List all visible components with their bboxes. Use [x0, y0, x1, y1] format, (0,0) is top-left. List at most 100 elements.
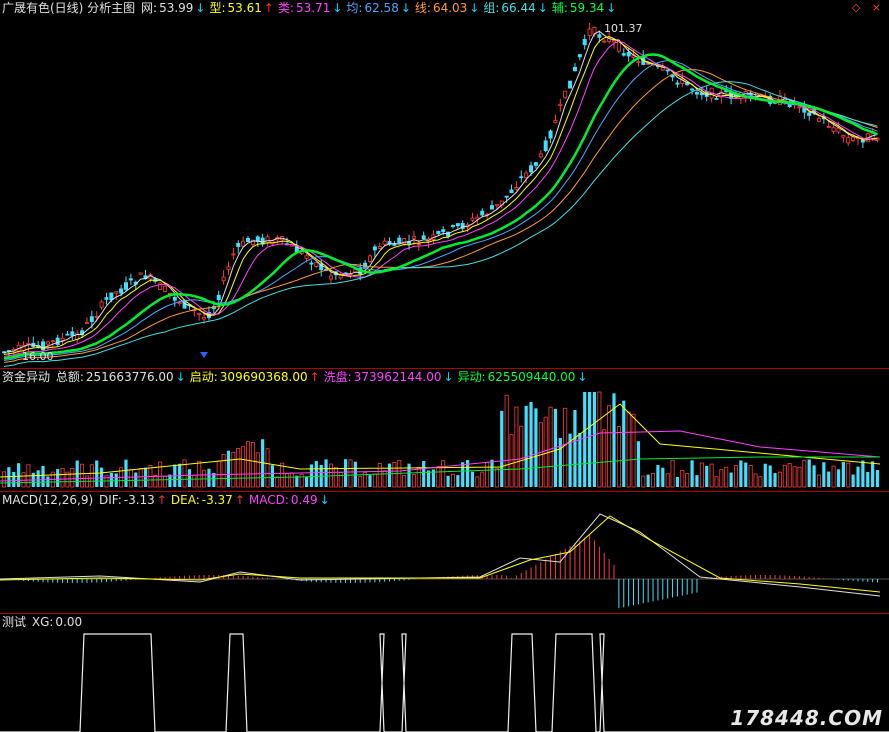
- fund-flow-chart[interactable]: [0, 369, 889, 491]
- volume-bar: [583, 392, 587, 487]
- candle-body: [636, 61, 641, 64]
- candle-body: [470, 217, 475, 221]
- volume-bar: [651, 472, 656, 488]
- candle-body: [382, 240, 387, 245]
- volume-bar: [124, 459, 128, 487]
- volume-bar: [192, 474, 197, 488]
- candle-body: [504, 195, 509, 198]
- candle-body: [138, 272, 143, 275]
- volume-bar: [470, 471, 475, 487]
- volume-bar: [289, 472, 294, 488]
- volume-bar: [221, 454, 226, 488]
- volume-bar: [241, 446, 246, 488]
- volume-bar: [504, 394, 509, 488]
- volume-bar: [338, 472, 343, 488]
- candle-body: [241, 240, 246, 247]
- volume-bar: [514, 406, 519, 488]
- candle-body: [690, 88, 695, 91]
- candle-body: [577, 54, 582, 58]
- candle-body: [172, 296, 177, 301]
- high-price-label: 101.37: [604, 22, 643, 35]
- candle-body: [489, 205, 494, 210]
- candlestick-chart[interactable]: 101.37 16.00: [0, 0, 889, 368]
- volume-bar: [226, 450, 231, 487]
- volume-bar: [543, 416, 548, 488]
- candle-body: [616, 41, 621, 52]
- candle-body: [124, 282, 129, 290]
- volume-bar: [509, 434, 514, 488]
- candle-body: [309, 262, 314, 265]
- candle-body: [328, 275, 333, 280]
- volume-bar: [436, 466, 441, 488]
- volume-bar: [524, 405, 528, 487]
- candle-body: [568, 80, 573, 89]
- volume-bar: [787, 463, 792, 488]
- volume-bar: [675, 476, 680, 487]
- volume-bar: [758, 476, 763, 488]
- volume-bar: [36, 470, 40, 487]
- volume-bar: [426, 470, 431, 487]
- volume-bar: [812, 465, 816, 487]
- volume-bar: [265, 448, 270, 488]
- volume-bar: [719, 469, 724, 488]
- candle-body: [99, 301, 104, 308]
- candle-body: [587, 28, 592, 36]
- candle-body: [104, 297, 109, 300]
- candle-body: [597, 34, 602, 38]
- candle-body: [392, 244, 397, 246]
- candle-body: [114, 291, 119, 294]
- volume-bar: [368, 475, 372, 487]
- volume-bar: [777, 471, 782, 488]
- volume-bar: [841, 462, 845, 487]
- volume-bar: [333, 466, 338, 488]
- candle-body: [372, 246, 377, 251]
- candle-body: [202, 316, 207, 320]
- candle-body: [45, 341, 50, 345]
- volume-bar: [441, 460, 446, 488]
- candle-body: [455, 223, 460, 227]
- volume-bar: [255, 452, 260, 488]
- volume-bar: [500, 410, 504, 487]
- candle-body: [509, 189, 514, 194]
- volume-bar: [41, 465, 45, 487]
- volume-bar: [446, 475, 450, 487]
- candle-body: [119, 288, 124, 294]
- volume-bar: [475, 476, 480, 488]
- volume-bar: [519, 425, 524, 488]
- volume-bar: [245, 441, 250, 488]
- volume-bar: [578, 433, 582, 487]
- volume-bar: [739, 460, 743, 487]
- macd-chart[interactable]: [0, 492, 889, 613]
- volume-bar: [875, 470, 880, 487]
- candle-body: [538, 153, 543, 158]
- volume-bar: [797, 466, 802, 488]
- candle-body: [226, 266, 231, 270]
- candle-body: [665, 69, 670, 72]
- candle-body: [128, 278, 133, 281]
- main-chart-panel[interactable]: 广晟有色(日线) 分析主图 网: 53.99 ↓ 型: 53.61 ↑ 类: 53.71 ↓ 均:…: [0, 0, 889, 368]
- volume-bar: [641, 475, 646, 488]
- candle-body: [421, 235, 426, 240]
- volume-bar: [626, 411, 631, 488]
- volume-bar: [588, 392, 592, 487]
- candle-body: [675, 82, 680, 85]
- volume-bar: [17, 463, 21, 487]
- moving-average-line: [3, 40, 878, 357]
- volume-bar: [699, 462, 704, 488]
- fund-flow-panel[interactable]: 资金异动 总额: 251663776.00 ↓ 启动: 309690368.00 ↑ 洗盘:…: [0, 369, 889, 491]
- candle-body: [367, 255, 372, 262]
- macd-panel[interactable]: MACD(12,26,9) DIF: -3.13 ↑ DEA: -3.37 ↑ MACD: 0…: [0, 492, 889, 613]
- candle-body: [826, 126, 831, 128]
- candle-body: [529, 165, 534, 173]
- volume-bar: [236, 447, 241, 488]
- candle-body: [524, 172, 529, 178]
- volume-bar: [490, 459, 494, 487]
- candle-body: [450, 225, 455, 227]
- candle-body: [480, 210, 485, 216]
- volume-bar: [822, 462, 826, 487]
- volume-bar: [656, 465, 660, 487]
- candle-body: [831, 127, 836, 132]
- volume-bar: [348, 459, 353, 488]
- volume-bar: [807, 459, 811, 487]
- candle-body: [519, 176, 524, 179]
